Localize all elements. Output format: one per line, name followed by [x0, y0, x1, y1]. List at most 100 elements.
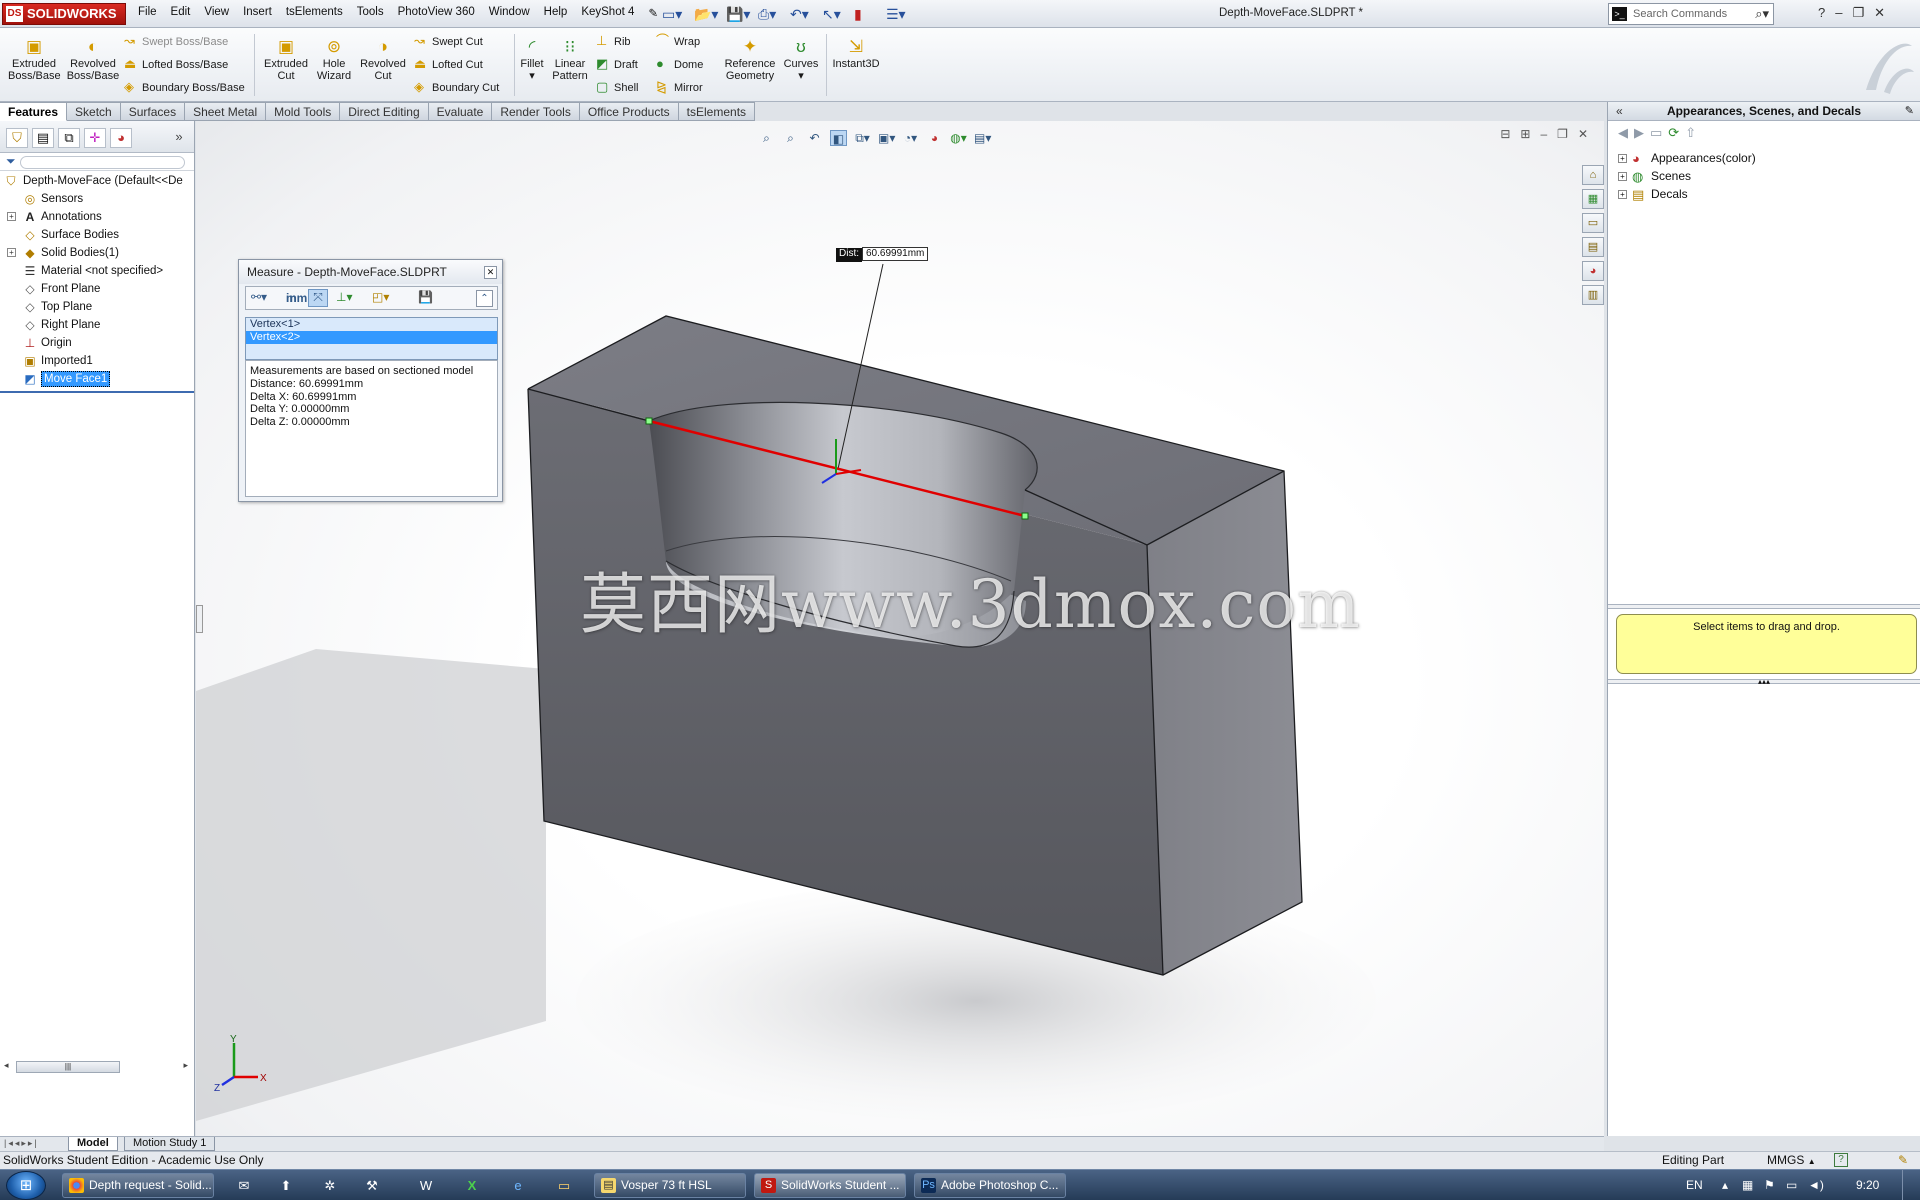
collapse-dialog-icon[interactable]: ⌃ [476, 290, 493, 307]
dimxpert-icon[interactable]: ✛ [84, 128, 106, 148]
tree-item-scenes[interactable]: + ◍ Scenes [1614, 167, 1920, 185]
word-icon[interactable]: W [408, 1173, 444, 1198]
lofted-cut-button[interactable]: ⏏ Lofted Cut [414, 57, 483, 72]
property-manager-icon[interactable]: ▤ [32, 128, 54, 148]
arc-circle-measurement-icon[interactable]: ⚯▾ [251, 290, 267, 304]
flag-icon[interactable]: ⚑ [1764, 1178, 1775, 1192]
magnifier-icon[interactable]: ⌕▾ [1755, 6, 1769, 22]
selection-vertex-2[interactable]: Vertex<2> [246, 331, 497, 344]
filter-input[interactable] [19, 155, 185, 169]
save-measure-icon[interactable]: 💾 [418, 290, 433, 304]
feature-tree-icon[interactable]: ⛉ [6, 128, 28, 148]
gear-icon[interactable]: ✲ [312, 1173, 348, 1198]
filter-icon[interactable]: ⏷ [6, 154, 16, 168]
configuration-manager-icon[interactable]: ⧉ [58, 128, 80, 148]
menu-tselements[interactable]: tsElements [286, 6, 343, 20]
gmail-icon[interactable]: ✉ [226, 1173, 262, 1198]
tree-item-move-face1[interactable]: ◩ Move Face1 [0, 370, 194, 388]
extruded-cut-button[interactable]: ▣ Extruded Cut [260, 38, 312, 83]
task-vosper[interactable]: ▤ Vosper 73 ft HSL [594, 1173, 746, 1198]
tab-evaluate[interactable]: Evaluate [428, 102, 493, 121]
rollback-bar[interactable] [0, 391, 194, 393]
tab-direct-editing[interactable]: Direct Editing [340, 102, 429, 121]
chevron-down-icon[interactable]: ▾ [798, 70, 804, 82]
help-icon[interactable]: ? [1834, 1153, 1848, 1167]
task-photoshop[interactable]: Ps Adobe Photoshop C... [914, 1173, 1066, 1198]
select-icon[interactable]: ↖▾ [822, 4, 848, 24]
print-icon[interactable]: ⎙▾ [758, 4, 784, 24]
point-to-point-icon[interactable]: ⊥▾ [336, 290, 352, 304]
options-icon[interactable]: ☰▾ [886, 4, 912, 24]
solidworks-resources-icon[interactable]: ⌂ [1582, 165, 1604, 185]
tree-item-material[interactable]: ☰ Material <not specified> [0, 262, 194, 280]
mirror-button[interactable]: ⧎ Mirror [656, 80, 703, 95]
show-hidden-icons[interactable]: ▴ [1722, 1178, 1728, 1192]
task-chrome[interactable]: Depth request - Solid... [62, 1173, 214, 1198]
scroll-left-icon[interactable]: ◂ [4, 1060, 9, 1071]
hole-wizard-button[interactable]: ⊚ Hole Wizard [312, 38, 356, 83]
revolved-cut-button[interactable]: ◑ Revolved Cut [358, 38, 408, 83]
show-desktop-button[interactable] [1902, 1170, 1918, 1200]
tree-item-origin[interactable]: ⊥ Origin [0, 334, 194, 352]
previous-view-icon[interactable]: ↶ [806, 130, 823, 146]
tools-icon[interactable]: ⚒ [354, 1173, 390, 1198]
horizontal-scrollbar[interactable]: ◂ ||| ▸ [4, 1060, 188, 1074]
volume-icon[interactable]: ◄) [1808, 1178, 1824, 1192]
tab-motion-study-1[interactable]: Motion Study 1 [124, 1137, 216, 1151]
tree-item-decals[interactable]: + ▤ Decals [1614, 185, 1920, 203]
solidworks-logo[interactable]: DS SOLIDWORKS [2, 3, 126, 25]
hide-show-items-icon[interactable]: ◔▾ [902, 130, 919, 146]
tab-scroll-icons[interactable]: |◂◂▸▸| [4, 1138, 39, 1149]
pin-icon[interactable]: ✎ [648, 6, 658, 20]
tile-horizontal-icon[interactable]: ⊟ [1500, 127, 1510, 141]
tree-item-annotations[interactable]: + A Annotations [0, 208, 194, 226]
menu-keyshot[interactable]: KeyShot 4 [581, 6, 634, 20]
distance-callout[interactable]: Dist: 60.69991mm [836, 247, 929, 262]
lofted-boss-button[interactable]: ⏏ Lofted Boss/Base [124, 57, 228, 72]
design-library-icon[interactable]: ▦ [1582, 189, 1604, 209]
chevron-right-icon[interactable]: » [168, 128, 190, 148]
task-solidworks[interactable]: S SolidWorks Student ... [754, 1173, 906, 1198]
vertex-2-marker[interactable] [1021, 512, 1029, 520]
clock[interactable]: 9:20 [1856, 1178, 1879, 1192]
view-orientation-icon[interactable]: ⧉▾ [854, 130, 871, 146]
viewport-restore-icon[interactable]: ❐ [1557, 127, 1568, 141]
reference-geometry-button[interactable]: ✦ Reference Geometry [722, 38, 778, 83]
shell-button[interactable]: ▢ Shell [596, 80, 638, 95]
close-button[interactable]: ✕ [1874, 5, 1885, 21]
tab-tselements[interactable]: tsElements [678, 102, 756, 121]
tab-mold-tools[interactable]: Mold Tools [266, 102, 341, 121]
custom-properties-icon[interactable]: ▥ [1582, 285, 1604, 305]
view-palette-icon[interactable]: ▤ [1582, 237, 1604, 257]
zoom-to-fit-icon[interactable]: ⌕ [758, 130, 775, 146]
tree-item-solid-bodies[interactable]: + ◆ Solid Bodies(1) [0, 244, 194, 262]
view-settings-icon[interactable]: ▤▾ [974, 130, 991, 146]
pane-collapse-handle[interactable] [196, 605, 203, 633]
scroll-thumb[interactable]: ||| [16, 1061, 120, 1073]
dome-button[interactable]: ● Dome [656, 57, 703, 72]
pane-splitter[interactable]: ▴▴▴ [1608, 678, 1920, 686]
zoom-to-area-icon[interactable]: ⌕ [782, 130, 799, 146]
vertex-1-marker[interactable] [645, 417, 653, 425]
tab-surfaces[interactable]: Surfaces [120, 102, 186, 121]
rebuild-status-icon[interactable]: ✎ [1898, 1152, 1908, 1169]
tab-render-tools[interactable]: Render Tools [492, 102, 580, 121]
tree-item-front-plane[interactable]: ◇ Front Plane [0, 280, 194, 298]
monitor-icon[interactable]: ▭ [1786, 1178, 1797, 1192]
tab-model[interactable]: Model [68, 1137, 118, 1151]
tree-item-imported1[interactable]: ▣ Imported1 [0, 352, 194, 370]
menu-insert[interactable]: Insert [243, 6, 272, 20]
tree-item-surface-bodies[interactable]: ◇ Surface Bodies [0, 226, 194, 244]
menu-photoview[interactable]: PhotoView 360 [398, 6, 475, 20]
back-icon[interactable]: ◀ [1618, 125, 1628, 145]
tree-root[interactable]: ⛉ Depth-MoveFace (Default<<De [0, 172, 194, 190]
minimize-button[interactable]: – [1835, 5, 1842, 21]
section-view-icon[interactable]: ◧ [830, 130, 847, 146]
viewport-close-icon[interactable]: ✕ [1578, 127, 1588, 141]
tab-sketch[interactable]: Sketch [67, 102, 121, 121]
tile-vertical-icon[interactable]: ⊞ [1520, 127, 1530, 141]
help-icon[interactable]: ? [1818, 5, 1825, 21]
viewport-minimize-icon[interactable]: – [1540, 127, 1547, 141]
appearances-scenes-icon[interactable]: ◕ [1582, 261, 1604, 281]
menu-tools[interactable]: Tools [357, 6, 384, 20]
